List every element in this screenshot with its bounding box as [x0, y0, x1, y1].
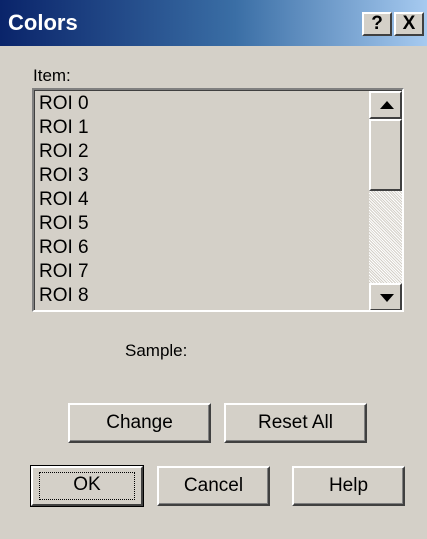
list-scrollbar[interactable]	[369, 91, 402, 310]
colors-dialog: Colors ? X Item: ROI 0 ROI 1 ROI 2 ROI 3…	[0, 0, 427, 539]
list-item-roi-2[interactable]: ROI 2	[39, 141, 89, 165]
window-title: Colors	[8, 10, 78, 35]
listbox-area: ROI 0 ROI 1 ROI 2 ROI 3 ROI 4 ROI 5 ROI …	[34, 90, 402, 310]
ok-button[interactable]: OK	[30, 465, 144, 507]
list-item-roi-6[interactable]: ROI 6	[39, 237, 89, 261]
list-item-roi-8[interactable]: ROI 8	[39, 285, 89, 309]
title-bar[interactable]: Colors ? X	[0, 0, 427, 46]
change-button[interactable]: Change	[68, 403, 211, 443]
close-button[interactable]: X	[394, 12, 424, 36]
item-listbox[interactable]: ROI 0 ROI 1 ROI 2 ROI 3 ROI 4 ROI 5 ROI …	[32, 88, 404, 312]
list-item-roi-4[interactable]: ROI 4	[39, 189, 89, 213]
help-question-button[interactable]: ?	[362, 12, 392, 36]
list-item-roi-0[interactable]: ROI 0	[39, 93, 89, 117]
sample-label: Sample:	[125, 341, 188, 360]
list-item-roi-5[interactable]: ROI 5	[39, 213, 89, 237]
scroll-up-button[interactable]	[369, 91, 402, 119]
list-item-roi-1[interactable]: ROI 1	[39, 117, 89, 141]
list-item-roi-3[interactable]: ROI 3	[39, 165, 89, 189]
arrow-up-icon	[380, 101, 394, 109]
help-button[interactable]: Help	[292, 466, 405, 506]
arrow-down-icon	[380, 294, 394, 302]
scroll-down-button[interactable]	[369, 283, 402, 310]
ok-button-label: OK	[73, 474, 101, 495]
scroll-thumb[interactable]	[369, 119, 402, 191]
cancel-button[interactable]: Cancel	[157, 466, 270, 506]
reset-all-button[interactable]: Reset All	[224, 403, 367, 443]
item-label: Item:	[33, 66, 71, 85]
list-item-roi-7[interactable]: ROI 7	[39, 261, 89, 285]
